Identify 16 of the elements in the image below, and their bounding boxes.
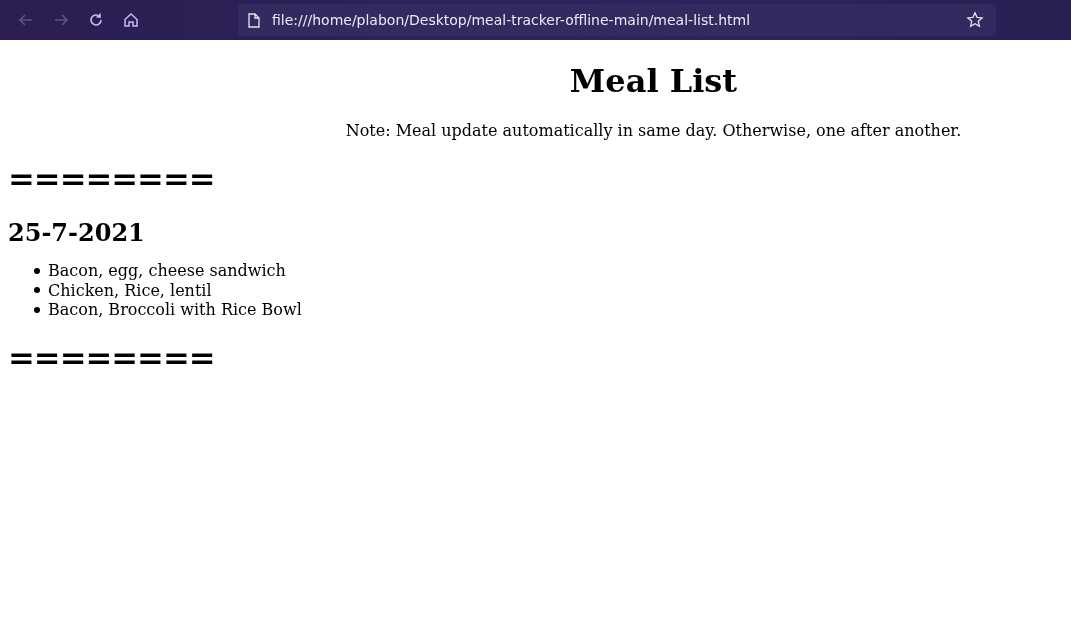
separator-text: ======== xyxy=(8,159,216,199)
separator-text: ======== xyxy=(8,337,216,378)
meal-item: Bacon, egg, cheese sandwich xyxy=(48,261,286,281)
bullet-icon xyxy=(34,287,40,294)
meal-item: Bacon, Broccoli with Rice Bowl xyxy=(48,300,302,320)
home-icon xyxy=(121,11,140,29)
meal-item: Chicken, Rice, lentil xyxy=(48,280,212,300)
bullet-icon xyxy=(34,267,40,274)
address-bar[interactable]: file:///home/plabon/Desktop/meal-tracker-offline-main/meal-list.html xyxy=(238,4,996,36)
page-title: Meal List xyxy=(568,61,739,101)
url-text: file:///home/plabon/Desktop/meal-tracker-offline-main/meal-list.html xyxy=(272,12,752,28)
star-icon[interactable] xyxy=(966,11,984,29)
bullet-icon xyxy=(34,306,40,313)
date-heading: 25-7-2021 xyxy=(8,217,146,249)
page-icon xyxy=(248,12,260,28)
note-text: Note: Meal update automatically in same day. Otherwise, one after another. xyxy=(344,121,963,140)
